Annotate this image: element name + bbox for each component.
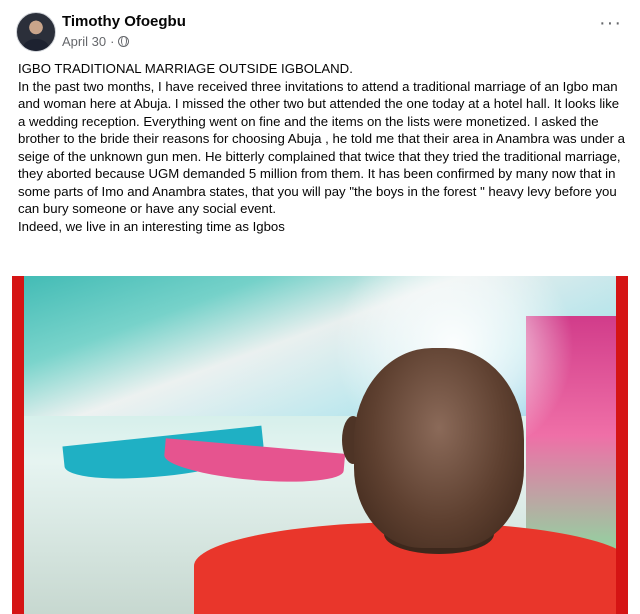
photo-scene	[24, 276, 616, 614]
post-closing: Indeed, we live in an interesting time a…	[18, 218, 285, 234]
more-options-button[interactable]: ···	[599, 13, 622, 33]
post-photo[interactable]	[12, 276, 628, 614]
post-heading: IGBO TRADITIONAL MARRIAGE OUTSIDE IGBOLA…	[18, 61, 353, 76]
globe-icon[interactable]	[118, 36, 130, 47]
author-name[interactable]: Timothy Ofoegbu	[62, 13, 186, 30]
meta-separator: ·	[110, 34, 115, 49]
post-meta: April 30 ·	[62, 34, 130, 49]
post-date[interactable]: April 30	[62, 34, 106, 49]
post-text: IGBO TRADITIONAL MARRIAGE OUTSIDE IGBOLA…	[18, 60, 628, 235]
man-face	[354, 348, 524, 548]
post-body: In the past two months, I have received …	[18, 78, 625, 217]
pink-drape	[162, 438, 346, 488]
avatar[interactable]	[16, 12, 56, 52]
post-header: Timothy Ofoegbu April 30 · ···	[0, 0, 640, 56]
